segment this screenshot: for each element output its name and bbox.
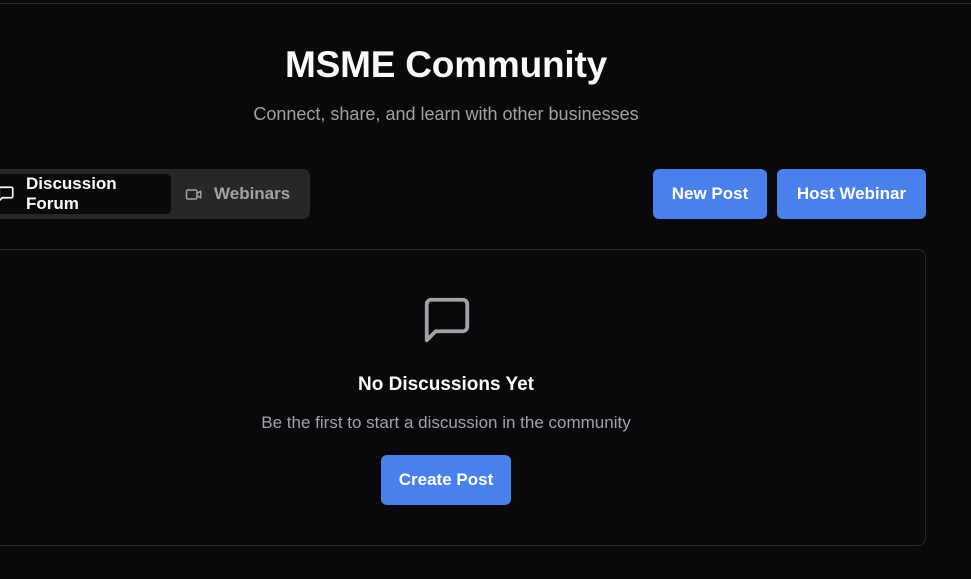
empty-state-description: Be the first to start a discussion in th… (261, 413, 631, 432)
top-divider (0, 3, 971, 4)
tab-list: Discussion Forum Webinars (0, 169, 310, 219)
tab-label: Discussion Forum (26, 174, 117, 213)
community-page: MSME Community Connect, share, and learn… (0, 0, 971, 579)
empty-state-title: No Discussions Yet (358, 374, 534, 395)
page-title: MSME Community (285, 44, 607, 85)
host-webinar-button[interactable]: Host Webinar (777, 169, 926, 219)
new-post-button[interactable]: New Post (653, 169, 767, 219)
page-subtitle: Connect, share, and learn with other bus… (253, 104, 639, 124)
message-square-icon (0, 185, 15, 203)
tab-webinars[interactable]: Webinars (185, 174, 300, 214)
tab-label: Webinars (214, 184, 291, 203)
tab-discussion-forum[interactable]: Discussion Forum (0, 174, 171, 214)
message-square-icon (420, 293, 474, 347)
create-post-button[interactable]: Create Post (381, 455, 511, 505)
video-camera-icon (185, 185, 203, 203)
